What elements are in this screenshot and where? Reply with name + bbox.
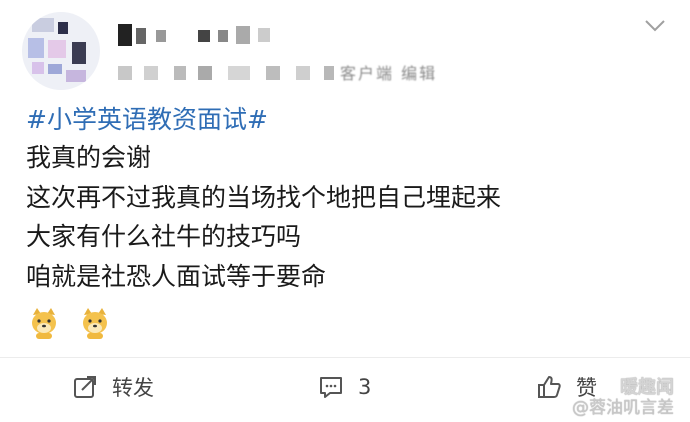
post-meta-redacted bbox=[118, 64, 498, 82]
topic-hashtag[interactable]: #小学英语教资面试# bbox=[26, 101, 666, 138]
weibo-post: 客户端 编辑 #小学英语教资面试# 我真的会谢 这次再不过我真的当场找个地把自己… bbox=[0, 0, 690, 422]
comment-icon bbox=[320, 377, 342, 398]
doge-emoji-icon bbox=[83, 308, 108, 339]
doge-emoji-icon bbox=[32, 308, 56, 339]
comment-button[interactable]: 3 bbox=[318, 370, 371, 404]
comment-count: 3 bbox=[358, 375, 372, 399]
repost-button[interactable]: 转发 bbox=[72, 370, 154, 404]
post-line: 咱就是社恐人面试等于要命 bbox=[26, 261, 327, 291]
watermark-source: 暖趣闻 bbox=[620, 377, 674, 398]
share-icon bbox=[74, 376, 96, 398]
avatar[interactable] bbox=[22, 12, 100, 90]
thumbs-up-icon bbox=[538, 376, 561, 398]
post-line: 这次再不过我真的当场找个地把自己埋起来 bbox=[26, 182, 502, 212]
watermark: 暖趣闻 @蓉油叽言差 bbox=[572, 377, 674, 419]
chevron-down-icon[interactable] bbox=[644, 18, 666, 34]
post-line: 我真的会谢 bbox=[26, 143, 152, 172]
post-content: #小学英语教资面试# 我真的会谢 这次再不过我真的当场找个地把自己埋起来 大家有… bbox=[26, 101, 666, 296]
post-line: 大家有什么社牛的技巧吗 bbox=[26, 222, 302, 251]
post-source: 客户端 编辑 bbox=[340, 64, 438, 83]
username-redacted[interactable] bbox=[118, 22, 288, 48]
divider bbox=[0, 357, 690, 358]
watermark-handle: @蓉油叽言差 bbox=[572, 398, 674, 418]
emoji-row bbox=[28, 306, 125, 340]
repost-label: 转发 bbox=[112, 376, 154, 400]
